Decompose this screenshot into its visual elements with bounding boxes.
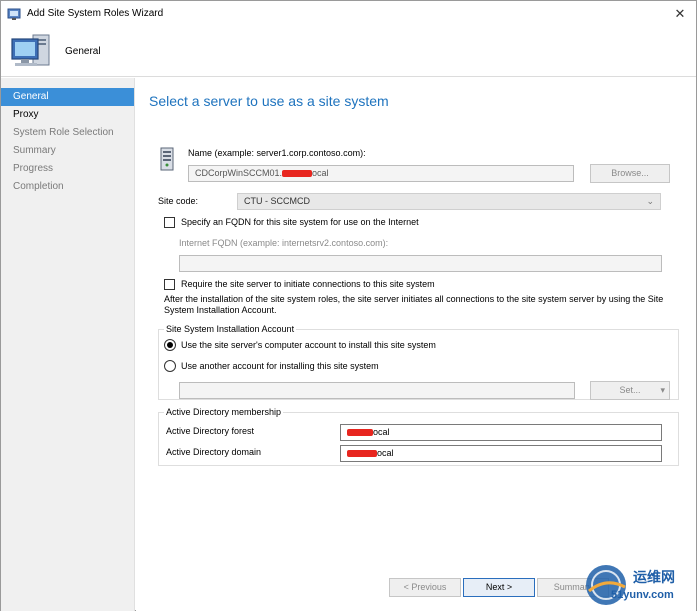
ad-forest-suffix: ocal	[373, 427, 390, 437]
watermark-cn-text: 运维网	[633, 569, 675, 585]
internet-fqdn-input[interactable]	[179, 255, 662, 272]
another-account-label: Use another account for installing this …	[181, 361, 379, 371]
name-label: Name (example: server1.corp.contoso.com)…	[188, 148, 366, 158]
header-title: General	[65, 46, 101, 57]
sidebar-item-general[interactable]: General	[1, 88, 134, 106]
require-connections-checkbox[interactable]	[164, 279, 175, 290]
computer-account-label: Use the site server's computer account t…	[181, 340, 436, 350]
ad-membership-title: Active Directory membership	[164, 407, 284, 417]
close-icon[interactable]: ✕	[670, 5, 690, 23]
fqdn-checkbox[interactable]	[164, 217, 175, 228]
previous-button[interactable]: < Previous	[389, 578, 461, 597]
dropdown-arrow-icon: ▾	[660, 385, 665, 395]
site-code-value: CTU - SCCMCD	[244, 196, 310, 206]
redaction-mark	[347, 429, 373, 437]
ad-forest-label: Active Directory forest	[166, 426, 255, 436]
ad-domain-label: Active Directory domain	[166, 447, 262, 457]
ad-forest-field[interactable]: ocal	[340, 424, 662, 441]
next-button[interactable]: Next >	[463, 578, 535, 597]
fqdn-checkbox-label: Specify an FQDN for this site system for…	[181, 217, 419, 227]
window-title: Add Site System Roles Wizard	[27, 8, 164, 19]
site-code-label: Site code:	[158, 196, 199, 206]
main-content: Select a server to use as a site system …	[136, 78, 696, 611]
browse-button[interactable]: Browse...	[590, 164, 670, 183]
installation-account-title: Site System Installation Account	[164, 324, 297, 334]
watermark-globe-icon	[586, 565, 626, 605]
sidebar-item-proxy[interactable]: Proxy	[1, 106, 134, 124]
account-input[interactable]	[179, 382, 575, 399]
server-icon	[160, 147, 174, 171]
watermark: 运维网 51yunv.com	[581, 561, 696, 609]
ad-domain-field[interactable]: ocal	[340, 445, 662, 462]
redaction-mark	[347, 450, 377, 458]
site-code-select[interactable]: CTU - SCCMCD ⌄	[237, 193, 661, 210]
wizard-header: General	[1, 27, 696, 77]
internet-fqdn-label: Internet FQDN (example: internetsrv2.con…	[179, 238, 389, 248]
wizard-window: Add Site System Roles Wizard ✕ General G…	[0, 0, 697, 611]
sidebar-item-completion[interactable]: Completion	[1, 178, 134, 196]
server-name-prefix: CDCorpWinSCCM01.	[195, 168, 283, 178]
another-account-radio[interactable]	[164, 360, 176, 372]
wizard-steps-sidebar: General Proxy System Role Selection Summ…	[1, 78, 135, 611]
page-title: Select a server to use as a site system	[149, 93, 389, 109]
ad-domain-suffix: ocal	[377, 448, 394, 458]
title-bar: Add Site System Roles Wizard ✕	[1, 1, 696, 27]
computer-icon	[11, 34, 50, 66]
wizard-app-icon	[7, 8, 21, 20]
watermark-url-text: 51yunv.com	[611, 589, 674, 601]
sidebar-item-summary[interactable]: Summary	[1, 142, 134, 160]
sidebar-item-progress[interactable]: Progress	[1, 160, 134, 178]
server-name-field[interactable]: CDCorpWinSCCM01. ocal	[188, 165, 574, 182]
computer-account-radio[interactable]	[164, 339, 176, 351]
redaction-mark	[282, 170, 313, 178]
server-name-suffix: ocal	[312, 168, 329, 178]
chevron-down-icon: ⌄	[646, 196, 654, 206]
sidebar-item-system-role-selection[interactable]: System Role Selection	[1, 124, 134, 142]
require-checkbox-label: Require the site server to initiate conn…	[181, 279, 435, 289]
require-note: After the installation of the site syste…	[164, 294, 664, 315]
set-button-label: Set...	[619, 385, 641, 395]
set-button[interactable]: Set... ▾	[590, 381, 670, 400]
